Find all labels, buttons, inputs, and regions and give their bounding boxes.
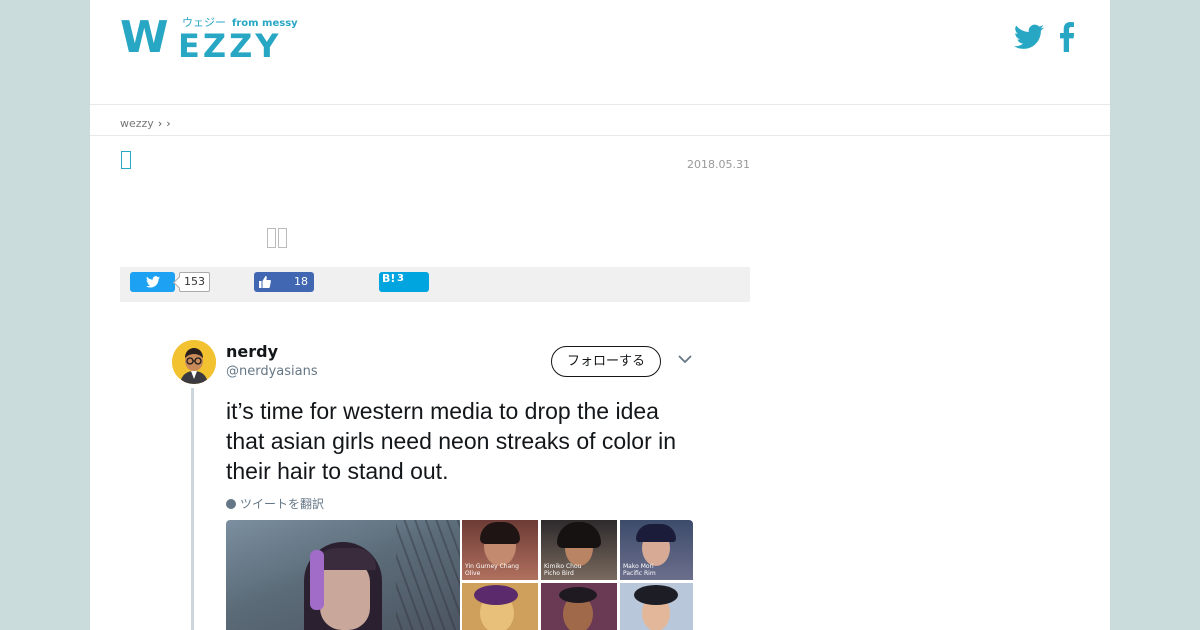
header-divider (90, 104, 1110, 105)
media-thumbnail[interactable] (620, 583, 693, 630)
facebook-count: 18 (294, 275, 308, 288)
media-thumbnail[interactable]: Mako Mori Pacific Rim (620, 520, 693, 580)
media-thumbnail[interactable] (541, 583, 617, 630)
facebook-icon[interactable] (1060, 22, 1074, 52)
thread-line (191, 388, 194, 630)
thumbnail-hair (480, 522, 520, 544)
follow-button[interactable]: フォローする (551, 346, 661, 377)
breadcrumb-separator: › (157, 117, 163, 130)
thumbnail-hair (559, 587, 597, 603)
photo-face (320, 560, 370, 630)
thumbnail-caption: Yin Gurney Chang Olive (465, 563, 519, 577)
tweet-share-button[interactable] (130, 272, 175, 292)
thumbnail-hair (634, 585, 678, 605)
page: W ウェジー from messy EZZY wezzy › › 2018.05.… (90, 0, 1110, 630)
translate-label: ツイートを翻訳 (240, 497, 325, 511)
category-label-missing-glyph[interactable] (121, 151, 131, 169)
logo-w: W (120, 12, 169, 63)
thumbs-up-icon (259, 276, 271, 288)
missing-glyph-box (278, 228, 287, 248)
tweet-text: it’s time for western media to drop the … (226, 398, 677, 484)
thumbnail-hair (557, 522, 601, 548)
photo-bangs (316, 548, 376, 570)
chevron-down-icon[interactable] (678, 355, 692, 364)
missing-glyph-box (267, 228, 276, 248)
thumbnail-hair (474, 585, 518, 605)
tweet-author-handle[interactable]: @nerdyasians (226, 364, 318, 379)
article-title-missing-glyphs (267, 228, 287, 248)
media-photo-main[interactable] (226, 520, 460, 630)
thumbnail-caption: Mako Mori Pacific Rim (623, 563, 656, 577)
media-thumbnail[interactable]: Yin Gurney Chang Olive (462, 520, 538, 580)
twitter-bird-icon (145, 276, 160, 288)
photo-hair-streak (310, 550, 324, 610)
social-links (1014, 22, 1074, 52)
share-bar: 153 18 B! 3 (120, 267, 750, 302)
breadcrumb-home[interactable]: wezzy (120, 117, 154, 130)
twitter-icon[interactable] (1014, 24, 1044, 50)
breadcrumb: wezzy › › (120, 117, 171, 130)
media-thumbnail[interactable]: Kimiko Chou Picho Bird (541, 520, 617, 580)
tweet-count: 153 (179, 272, 210, 292)
thumbnail-caption: Kimiko Chou Picho Bird (544, 563, 582, 577)
article-date: 2018.05.31 (687, 158, 750, 171)
breadcrumb-divider (90, 135, 1110, 136)
background-branches (396, 520, 460, 630)
translate-tweet-link[interactable]: ツイートを翻訳 (226, 495, 324, 512)
breadcrumb-separator: › (166, 117, 171, 130)
globe-icon (226, 498, 236, 509)
hatena-label: B! (382, 272, 396, 285)
thumbnail-hair (636, 524, 676, 542)
tweet-media[interactable]: Yin Gurney Chang Olive Kimiko Chou Picho… (226, 520, 693, 630)
tweet-author-name[interactable]: nerdy (226, 342, 278, 361)
facebook-like-button[interactable]: 18 (254, 272, 314, 292)
avatar[interactable] (172, 340, 216, 384)
hatena-bookmark-button[interactable]: B! 3 (379, 272, 429, 292)
wezzy-logo[interactable]: W ウェジー from messy EZZY (120, 12, 300, 65)
embedded-tweet: nerdy @nerdyasians フォローする it’s time for … (160, 330, 700, 630)
avatar-illustration (172, 340, 216, 384)
hatena-count: 3 (397, 273, 404, 284)
logo-rest: EZZY (178, 27, 282, 65)
media-thumbnail[interactable] (462, 583, 538, 630)
